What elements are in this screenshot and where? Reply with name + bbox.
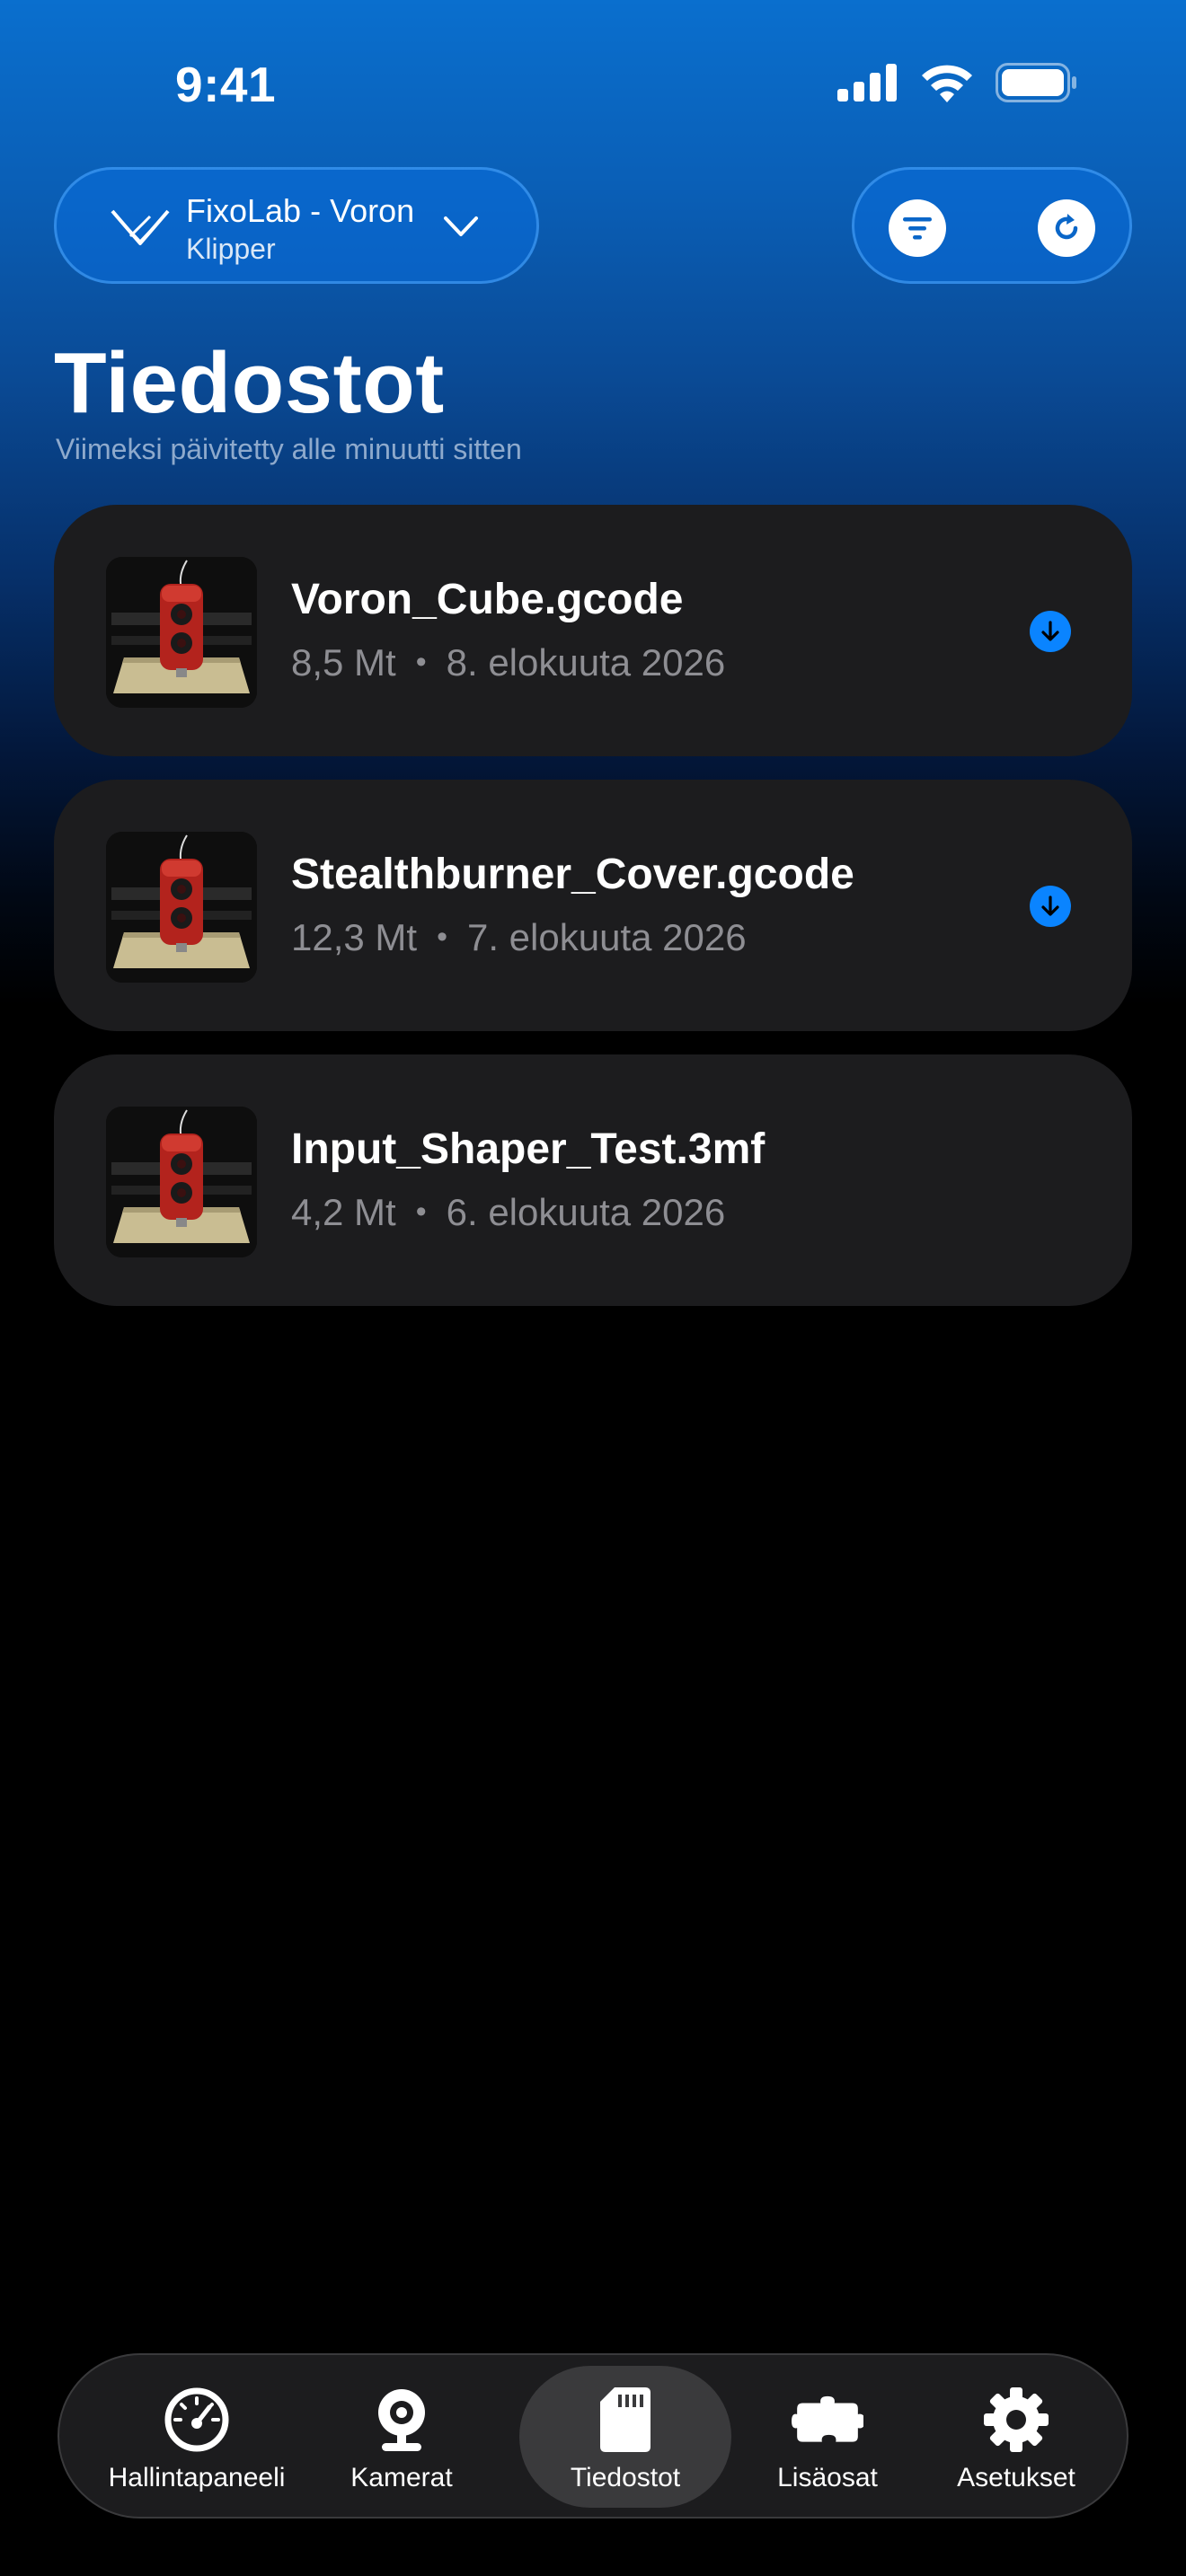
file-row[interactable]: Input_Shaper_Test.3mf 4,2 Mt • 6. elokuuta… (54, 1054, 1132, 1306)
file-thumbnail (106, 557, 257, 708)
meta-separator: • (415, 645, 427, 679)
page-title: Tiedostot (54, 335, 445, 431)
battery-icon (996, 63, 1076, 102)
file-size: 12,3 Mt (291, 916, 418, 958)
file-row[interactable]: Stealthburner_Cover.gcode 12,3 Mt • 7. elo… (54, 780, 1132, 1031)
tab-settings[interactable]: Asetukset (922, 2366, 1111, 2508)
wifi-icon (922, 65, 972, 102)
printer-thumbnail-image (106, 1107, 257, 1257)
tab-label: Hallintapaneeli (108, 2463, 286, 2492)
last-updated-text: Viimeksi päivitetty alle minuutti sitten (56, 433, 522, 465)
files-screen: 9:41 FixoLab - Voron Klipper Tiedostot V… (0, 0, 1186, 2576)
downloaded-badge (1030, 611, 1071, 652)
file-meta: 12,3 Mt • 7. elokuuta 2026 (291, 916, 747, 959)
printer-selector[interactable]: FixoLab - Voron Klipper (54, 167, 539, 284)
printer-firmware: Klipper (186, 233, 276, 265)
tab-label: Lisäosat (777, 2463, 878, 2492)
webcam-icon (366, 2384, 438, 2456)
downloaded-badge (1030, 886, 1071, 927)
file-name: Stealthburner_Cover.gcode (291, 851, 854, 898)
cellular-signal-icon (837, 64, 897, 101)
meta-separator: • (437, 920, 447, 954)
refresh-icon (1055, 214, 1078, 240)
gear-icon (980, 2384, 1052, 2456)
tab-label: Kamerat (350, 2463, 453, 2492)
file-name: Input_Shaper_Test.3mf (291, 1125, 766, 1173)
sd-card-icon (589, 2384, 661, 2456)
tab-label: Asetukset (957, 2463, 1075, 2492)
file-date: 7. elokuuta 2026 (466, 916, 747, 958)
printer-thumbnail-image (106, 832, 257, 983)
status-time: 9:41 (175, 57, 277, 112)
tab-label: Tiedostot (570, 2463, 681, 2492)
file-thumbnail (106, 832, 257, 983)
tab-dashboard[interactable]: Hallintapaneeli (86, 2366, 307, 2508)
file-thumbnail (106, 1107, 257, 1257)
chevron-down-icon (444, 216, 478, 236)
printer-text: FixoLab - Voron Klipper (186, 191, 414, 267)
gauge-icon (161, 2384, 233, 2456)
tab-cameras[interactable]: Kamerat (325, 2366, 478, 2508)
file-date: 8. elokuuta 2026 (446, 641, 726, 684)
printer-thumbnail-image (106, 557, 257, 708)
filter-icon (903, 217, 932, 240)
filter-button[interactable] (889, 199, 946, 257)
tab-bar: Hallintapaneeli Kamerat Tiedostot Lisäos… (58, 2353, 1128, 2519)
refresh-button[interactable] (1038, 199, 1095, 257)
tab-plugins[interactable]: Lisäosat (744, 2366, 911, 2508)
arrow-down-icon (1041, 895, 1059, 916)
file-meta: 4,2 Mt • 6. elokuuta 2026 (291, 1191, 725, 1234)
status-bar: 9:41 (0, 0, 1186, 171)
file-date: 6. elokuuta 2026 (446, 1191, 726, 1233)
toolbar-actions (852, 167, 1132, 284)
file-row[interactable]: Voron_Cube.gcode 8,5 Mt • 8. elokuuta 2026 (54, 505, 1132, 756)
puzzle-icon (792, 2384, 863, 2456)
meta-separator: • (415, 1195, 427, 1229)
printer-name: FixoLab - Voron (186, 192, 415, 229)
voron-logo-icon (111, 209, 170, 245)
file-meta: 8,5 Mt • 8. elokuuta 2026 (291, 641, 725, 684)
arrow-down-icon (1041, 621, 1059, 641)
file-size: 8,5 Mt (291, 641, 396, 684)
tab-files[interactable]: Tiedostot (519, 2366, 731, 2508)
file-size: 4,2 Mt (291, 1191, 396, 1233)
file-name: Voron_Cube.gcode (291, 576, 684, 623)
status-icons (837, 63, 1078, 102)
